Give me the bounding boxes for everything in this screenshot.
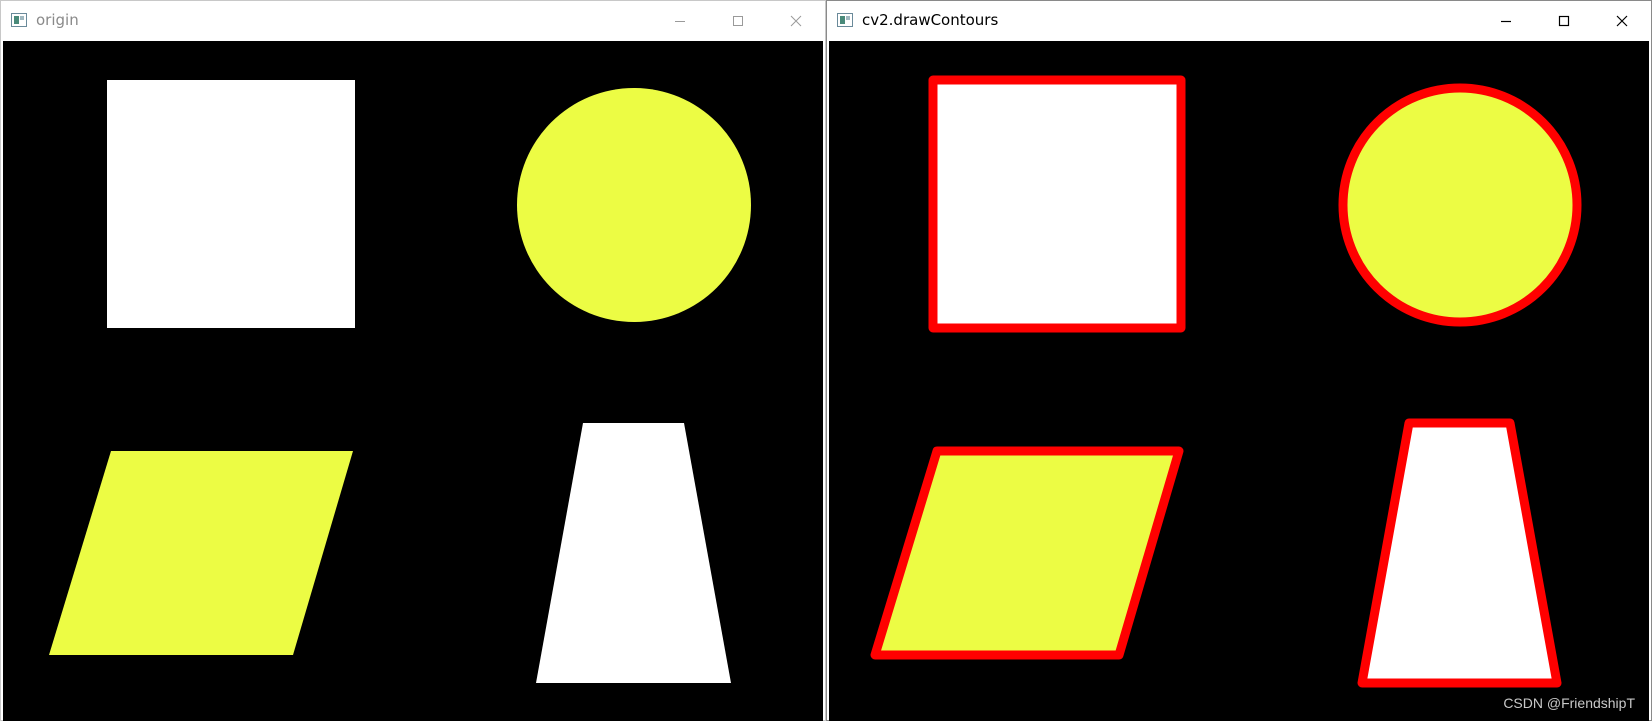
parallelogram-shape — [870, 446, 1184, 660]
close-icon — [790, 15, 802, 26]
watermark-text: CSDN @FriendshipT — [1503, 695, 1635, 711]
square-shape — [928, 75, 1186, 333]
maximize-icon — [733, 15, 743, 26]
square-shape — [107, 80, 355, 328]
maximize-button[interactable] — [709, 1, 767, 40]
parallelogram-shape — [49, 451, 353, 655]
minimize-icon — [1501, 20, 1511, 22]
app-icon — [837, 13, 853, 27]
close-button[interactable] — [767, 1, 825, 40]
titlebar[interactable]: cv2.drawContours — [827, 1, 1651, 40]
close-button[interactable] — [1593, 1, 1651, 40]
minimize-button[interactable] — [651, 1, 709, 40]
app-icon — [11, 13, 27, 27]
window-title: cv2.drawContours — [862, 11, 999, 29]
close-icon — [1616, 15, 1628, 26]
titlebar[interactable]: origin — [1, 1, 825, 40]
maximize-button[interactable] — [1535, 1, 1593, 40]
image-canvas — [3, 41, 823, 721]
image-canvas: CSDN @FriendshipT — [829, 41, 1649, 721]
trapezoid-shape — [1357, 418, 1562, 688]
circle-shape — [1338, 83, 1582, 327]
window-title: origin — [36, 11, 79, 29]
maximize-icon — [1558, 15, 1570, 26]
minimize-button[interactable] — [1477, 1, 1535, 40]
circle-shape — [517, 88, 751, 322]
shapes-with-contours-image — [870, 75, 1582, 688]
trapezoid-shape — [536, 423, 731, 683]
window-drawcontours[interactable]: cv2.drawContours CSDN @FriendshipT — [826, 0, 1652, 721]
minimize-icon — [675, 20, 685, 22]
shapes-image — [49, 80, 751, 683]
window-origin[interactable]: origin — [0, 0, 826, 721]
